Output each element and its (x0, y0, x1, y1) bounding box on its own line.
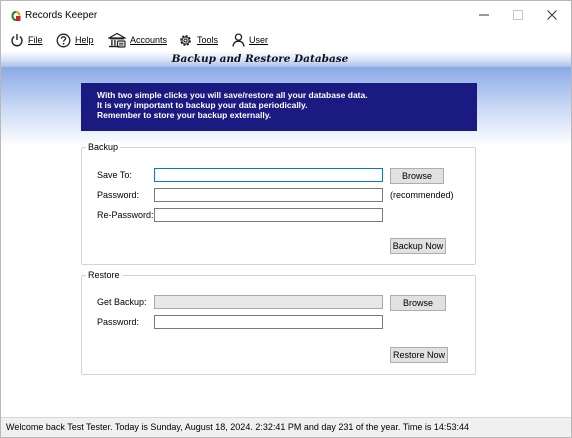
backup-password-label: Password: (97, 190, 140, 200)
app-logo-icon (11, 11, 21, 21)
minimize-icon (479, 14, 489, 16)
menu-item-tools[interactable]: Tools (178, 30, 218, 50)
window-title: Records Keeper (25, 10, 98, 21)
accounts-icon (108, 32, 126, 48)
get-backup-label: Get Backup: (97, 297, 147, 307)
save-to-input[interactable] (154, 168, 383, 182)
close-icon (547, 10, 557, 20)
main-content: With two simple clicks you will save/res… (1, 67, 571, 417)
restore-group-legend: Restore (86, 270, 122, 281)
user-icon (232, 33, 245, 47)
info-line: Remember to store your backup externally… (97, 110, 272, 120)
repassword-input[interactable] (154, 208, 383, 222)
restore-password-input[interactable] (154, 315, 383, 329)
backup-group-legend: Backup (86, 142, 121, 153)
backup-password-input[interactable] (154, 188, 383, 202)
restore-password-label: Password: (97, 317, 140, 327)
page-title: Backup and Restore Database (171, 53, 349, 65)
menu-label-user: User (249, 35, 269, 45)
info-message-box: With two simple clicks you will save/res… (81, 83, 477, 131)
close-button[interactable] (535, 4, 569, 26)
menu-item-user[interactable]: User (232, 30, 268, 50)
menu-label-file: File (28, 35, 43, 45)
backup-now-button[interactable]: Backup Now (390, 238, 446, 254)
menu-item-accounts[interactable]: Accounts (108, 30, 167, 50)
info-line: With two simple clicks you will save/res… (97, 90, 368, 100)
menu-item-file[interactable]: File (10, 30, 43, 50)
restore-group: Restore Get Backup: Browse Password: Res… (81, 270, 476, 375)
backup-group: Backup Save To: Browse Password: (recomm… (81, 142, 476, 265)
power-icon (11, 34, 23, 47)
title-bar: Records Keeper (1, 1, 571, 29)
page-banner: Backup and Restore Database (1, 51, 571, 67)
menu-bar: File Help Accounts Tools User (1, 29, 571, 51)
backup-browse-button[interactable]: Browse (390, 168, 444, 184)
gear-icon (180, 34, 191, 46)
maximize-icon (513, 10, 523, 20)
status-bar: Welcome back Test Tester. Today is Sunda… (1, 417, 571, 437)
get-backup-input (154, 295, 383, 309)
restore-browse-button[interactable]: Browse (390, 295, 446, 311)
status-text: Welcome back Test Tester. Today is Sunda… (6, 422, 469, 432)
menu-label-help: Help (75, 35, 94, 45)
restore-now-button[interactable]: Restore Now (390, 347, 448, 363)
menu-label-tools: Tools (197, 35, 219, 45)
maximize-button[interactable] (501, 4, 535, 26)
help-circle-icon (56, 33, 71, 47)
save-to-label: Save To: (97, 170, 132, 180)
repassword-label: Re-Password: (97, 210, 154, 220)
minimize-button[interactable] (467, 4, 501, 26)
info-line: It is very important to backup your data… (97, 100, 308, 110)
menu-label-accounts: Accounts (130, 35, 168, 45)
menu-item-help[interactable]: Help (56, 30, 94, 50)
password-hint: (recommended) (390, 190, 454, 200)
app-window: Records Keeper File Help Accounts Tools … (0, 0, 572, 438)
